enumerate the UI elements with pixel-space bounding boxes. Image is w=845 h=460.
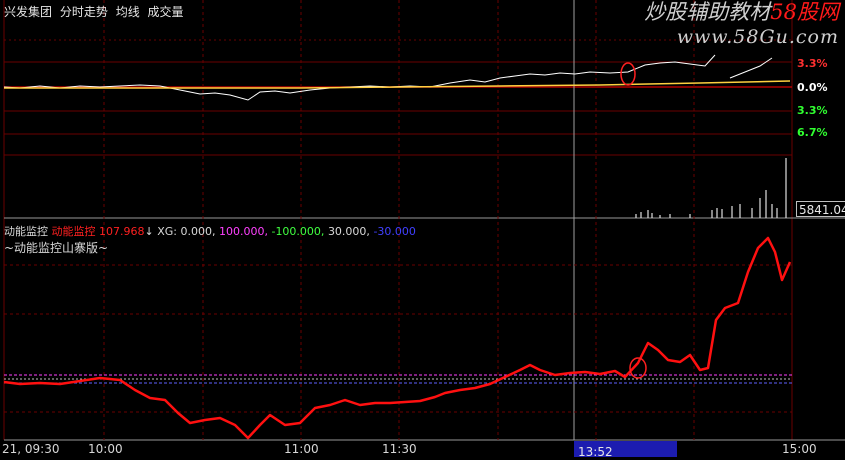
watermark: 炒股辅助教材58股网 www.58Gu.com — [644, 2, 839, 47]
xg-label: XG: — [157, 225, 177, 238]
time-cursor-badge: 13:52 — [574, 441, 677, 459]
avg-line-label[interactable]: 均线 — [116, 5, 140, 19]
level-100: 100.000, — [218, 225, 268, 238]
indicator-header: 动能监控 动能监控 107.968↓ XG: 0.000, 100.000, -… — [4, 223, 416, 239]
down-arrow-icon: ↓ — [144, 225, 154, 238]
pct-label-up: 3.3% — [797, 57, 828, 70]
indicator-name[interactable]: 动能监控 — [4, 225, 48, 238]
price-line-late — [729, 57, 773, 79]
level-neg30: -30.000 — [373, 225, 416, 238]
level-30: 30.000, — [327, 225, 370, 238]
indicator-subtitle: ~动能监控山寨版~ — [4, 241, 109, 255]
watermark-url: www.58Gu.com — [676, 26, 839, 48]
time-label-1130: 11:30 — [382, 442, 417, 456]
pct-label-down-1: 3.3% — [797, 104, 828, 117]
volume-label[interactable]: 成交量 — [148, 5, 184, 19]
annotation-circle-price — [620, 62, 636, 86]
watermark-brand: 58股网 — [770, 0, 839, 24]
indicator-line-value: 107.968 — [99, 225, 145, 238]
time-label-0930: 21, 09:30 — [2, 442, 60, 456]
pct-label-down-2: 6.7% — [797, 126, 828, 139]
volume-value-box: 5841.04 — [796, 201, 845, 217]
time-label-1100: 11:00 — [284, 442, 319, 456]
pct-label-zero: 0.0% — [797, 81, 828, 94]
indicator-line-name: 动能监控 — [51, 225, 96, 238]
time-label-1500: 15:00 — [782, 442, 817, 456]
title-bar: 兴发集团 分时走势 均线 成交量 — [4, 3, 188, 20]
mode-label[interactable]: 分时走势 — [60, 5, 108, 19]
watermark-main: 炒股辅助教材58股网 — [644, 2, 839, 23]
level-neg100: -100.000, — [271, 225, 325, 238]
indicator-line — [3, 236, 792, 440]
stock-name[interactable]: 兴发集团 — [4, 5, 52, 19]
watermark-text: 炒股辅助教材 — [644, 0, 771, 24]
time-label-1000: 10:00 — [88, 442, 123, 456]
xg-value: 0.000, — [180, 225, 216, 238]
